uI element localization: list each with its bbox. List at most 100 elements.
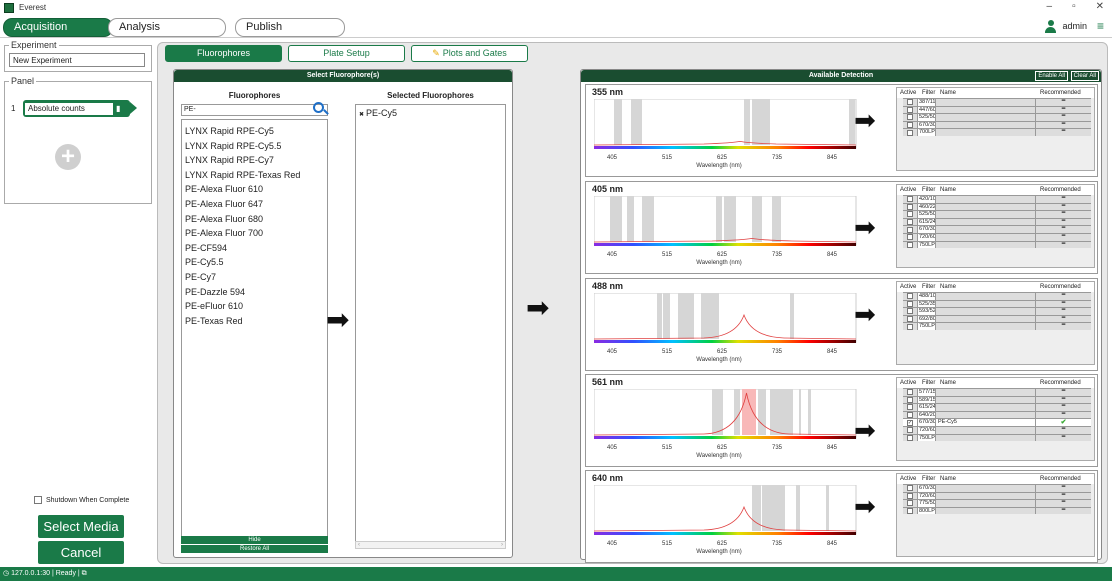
user-box[interactable]: admin ≡ <box>1045 19 1104 33</box>
filter-row[interactable]: 525/50 ━ <box>903 113 1091 121</box>
filter-active-checkbox[interactable] <box>907 323 913 330</box>
clear-all-button[interactable]: Clear All <box>1070 71 1099 81</box>
subtab-plots-and-gates[interactable]: ✎ Plots and Gates <box>411 45 528 62</box>
panel-item[interactable]: Absolute counts ▮ <box>23 100 137 117</box>
filter-active-checkbox[interactable] <box>907 99 913 106</box>
filter-row[interactable]: 800LP ━ <box>903 506 1091 515</box>
fluorophore-item[interactable]: PE-Cy7 <box>184 270 325 285</box>
filter-row[interactable]: 670/30 ━ <box>903 225 1091 233</box>
fluorophore-item[interactable]: PE-Alexa Fluor 647 <box>184 197 325 212</box>
filter-row[interactable]: 750LP ━ <box>903 240 1091 249</box>
filter-active-checkbox[interactable] <box>907 434 913 441</box>
fluorophore-item[interactable]: PE-Alexa Fluor 610 <box>184 182 325 197</box>
fluorophore-item[interactable]: PE-eFluor 610 <box>184 299 325 314</box>
fluorophore-search-input[interactable]: PE- <box>181 104 328 116</box>
add-panel-button[interactable]: + <box>55 144 81 170</box>
filter-active-checkbox[interactable] <box>907 241 913 248</box>
filter-row[interactable]: 720/60 ━ <box>903 491 1091 500</box>
filter-row[interactable]: 577/15 ━ <box>903 388 1091 396</box>
fluorophore-item[interactable]: PE-Texas Red <box>184 314 325 329</box>
filter-active-checkbox[interactable] <box>907 492 913 499</box>
filter-active-checkbox[interactable] <box>907 219 913 226</box>
tab-analysis[interactable]: Analysis <box>108 18 226 37</box>
external-link-icon[interactable]: ⧉ <box>82 570 87 577</box>
filter-active-checkbox[interactable] <box>907 485 913 492</box>
filter-active-checkbox[interactable] <box>907 203 913 210</box>
filter-active-checkbox[interactable] <box>907 308 913 315</box>
filter-active-checkbox[interactable] <box>907 226 913 233</box>
menu-icon[interactable]: ≡ <box>1097 19 1104 33</box>
filter-row[interactable]: 460/22 ━ <box>903 202 1091 211</box>
filter-row[interactable]: 720/60 ━ <box>903 425 1091 434</box>
filter-row[interactable]: 640/20 ━ <box>903 410 1091 419</box>
filter-active-checkbox[interactable] <box>907 396 913 403</box>
filter-active-checkbox[interactable] <box>907 129 913 136</box>
shutdown-checkbox[interactable] <box>34 496 42 504</box>
filter-active-checkbox[interactable] <box>907 106 913 113</box>
filter-row[interactable]: 525/35 ━ <box>903 299 1091 308</box>
fluorophore-item[interactable]: LYNX Rapid RPE-Cy7 <box>184 153 325 168</box>
search-icon[interactable] <box>313 102 324 113</box>
tab-publish[interactable]: Publish <box>235 18 345 37</box>
filter-active-checkbox[interactable] <box>907 427 913 434</box>
close-icon[interactable]: ✕ <box>1096 1 1104 12</box>
panel-row[interactable]: 1 Absolute counts ▮ <box>11 100 137 117</box>
filter-row[interactable]: 775/50 ━ <box>903 499 1091 507</box>
fluorophore-item[interactable]: PE-Cy5.5 <box>184 255 325 270</box>
experiment-name-input[interactable]: New Experiment <box>9 53 145 67</box>
filter-row[interactable]: 750LP ━ <box>903 433 1091 442</box>
fluorophore-item[interactable]: LYNX Rapid RPE-Cy5.5 <box>184 139 325 154</box>
panel-name-input[interactable]: Absolute counts <box>25 102 113 115</box>
filter-active-checkbox[interactable] <box>907 404 913 411</box>
filter-active-checkbox[interactable] <box>907 316 913 323</box>
filter-active-checkbox[interactable]: ✓ <box>907 419 913 426</box>
fluorophore-item[interactable]: PE-Alexa Fluor 700 <box>184 226 325 241</box>
subtab-plate-setup[interactable]: Plate Setup <box>288 45 405 62</box>
filter-row[interactable]: 488/10 ━ <box>903 292 1091 300</box>
subtab-fluorophores[interactable]: Fluorophores <box>165 45 282 62</box>
filter-active-checkbox[interactable] <box>907 300 913 307</box>
filter-row[interactable]: 720/60 ━ <box>903 232 1091 241</box>
filter-active-checkbox[interactable] <box>907 412 913 419</box>
fluorophore-item[interactable]: LYNX Rapid RPE-Texas Red <box>184 168 325 183</box>
filter-row[interactable]: 750LP ━ <box>903 322 1091 330</box>
filter-active-checkbox[interactable] <box>907 508 913 515</box>
shutdown-option[interactable]: Shutdown When Complete <box>34 496 129 504</box>
filter-active-checkbox[interactable] <box>907 122 913 129</box>
filter-row[interactable]: 670/30 ━ <box>903 484 1091 492</box>
fluorophore-item[interactable]: PE-Alexa Fluor 680 <box>184 212 325 227</box>
fluorophore-item[interactable]: PE-CF594 <box>184 241 325 256</box>
filter-row[interactable]: 615/24 ━ <box>903 403 1091 411</box>
enable-all-button[interactable]: Enable All <box>1035 71 1068 81</box>
minimize-icon[interactable]: – <box>1047 1 1053 12</box>
remove-icon[interactable]: ✖ <box>359 112 364 118</box>
selected-fluorophore-item[interactable]: ✖ PE-Cy5 <box>359 108 502 118</box>
select-media-button[interactable]: Select Media <box>38 515 124 538</box>
filter-row[interactable]: 589/15 ━ <box>903 395 1091 404</box>
filter-active-checkbox[interactable] <box>907 389 913 396</box>
filter-row[interactable]: 420/10 ━ <box>903 195 1091 203</box>
filter-row[interactable]: 615/24 ━ <box>903 217 1091 226</box>
horizontal-scrollbar[interactable]: ‹ › <box>355 541 506 549</box>
trash-icon[interactable]: ▮ <box>116 104 120 113</box>
tab-acquisition[interactable]: Acquisition <box>3 18 113 37</box>
fluorophore-item[interactable]: PE-Dazzle 594 <box>184 285 325 300</box>
filter-row[interactable]: 593/52 ━ <box>903 307 1091 315</box>
filter-row[interactable]: 387/11 ━ <box>903 98 1091 106</box>
cancel-button[interactable]: Cancel <box>38 541 124 564</box>
filter-row[interactable]: 670/30 ━ <box>903 120 1091 129</box>
filter-row[interactable]: ✓ 670/30 PE-Cy5 ✔ <box>903 418 1091 426</box>
filter-row[interactable]: 525/50 ━ <box>903 210 1091 218</box>
filter-row[interactable]: 447/60 ━ <box>903 105 1091 114</box>
maximize-icon[interactable]: ▫ <box>1072 1 1076 12</box>
restore-all-button[interactable]: Restore All <box>181 545 328 553</box>
fluorophore-item[interactable]: LYNX Rapid RPE-Cy5 <box>184 124 325 139</box>
filter-active-checkbox[interactable] <box>907 293 913 300</box>
hide-button[interactable]: Hide <box>181 536 328 544</box>
filter-row[interactable]: 692/80 ━ <box>903 314 1091 323</box>
filter-active-checkbox[interactable] <box>907 500 913 507</box>
filter-active-checkbox[interactable] <box>907 211 913 218</box>
filter-active-checkbox[interactable] <box>907 234 913 241</box>
filter-active-checkbox[interactable] <box>907 114 913 121</box>
filter-row[interactable]: 700LP ━ <box>903 128 1091 136</box>
